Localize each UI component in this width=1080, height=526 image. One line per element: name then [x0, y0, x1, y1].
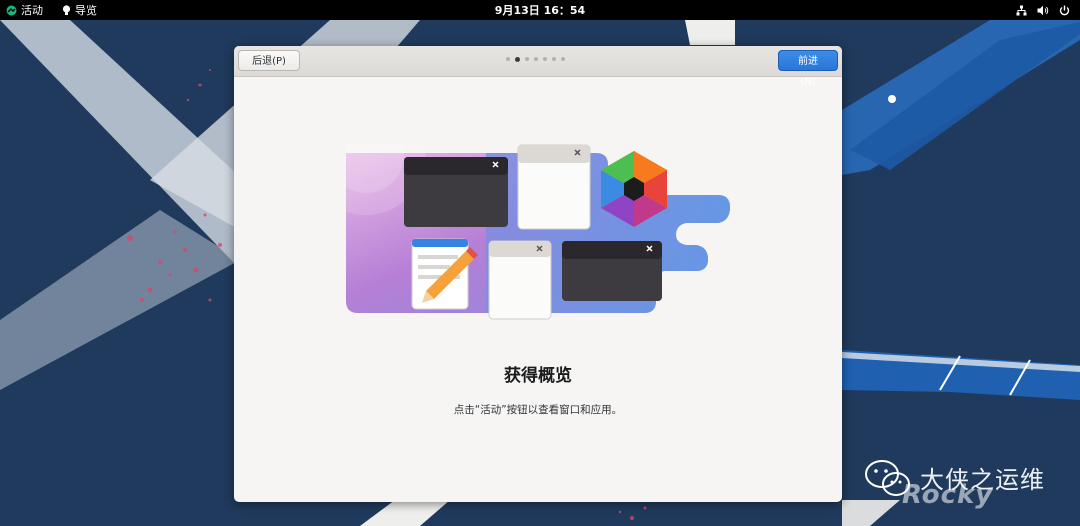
page-dot [534, 57, 538, 61]
watermark: 大侠之运维 Rocky [862, 458, 1072, 510]
text-editor-icon [411, 238, 478, 310]
dialog-header: 后退(P) 前进(N) [234, 46, 842, 88]
tour-dialog: 后退(P) 前进(N) 获得概览 点击“活动”按钮以查看窗口和应用。 [234, 46, 842, 502]
top-bar: 活动 导览 9月13日 16：54 [0, 0, 1080, 20]
back-button[interactable]: 后退(P) [238, 50, 300, 71]
rocky-wordmark: Rocky [902, 480, 994, 510]
page-dot [552, 57, 556, 61]
dark-window-illustration-2 [562, 241, 662, 301]
volume-icon[interactable] [1037, 5, 1049, 16]
network-icon[interactable] [1016, 5, 1027, 16]
page-description: 点击“活动”按钮以查看窗口和应用。 [453, 404, 623, 416]
system-tray[interactable] [1016, 0, 1070, 20]
page-dot [506, 57, 510, 61]
dark-window-illustration [404, 157, 508, 227]
overview-illustration [346, 143, 730, 320]
next-button[interactable]: 前进(N) [778, 50, 838, 88]
light-window-illustration [517, 144, 591, 230]
page-dot-current [515, 56, 520, 62]
power-icon[interactable] [1059, 5, 1070, 16]
page-dot [561, 57, 565, 61]
page-dot [543, 57, 547, 61]
page-title: 获得概览 [504, 366, 572, 386]
page-indicator [506, 56, 565, 62]
clock[interactable]: 9月13日 16：54 [0, 2, 1080, 18]
small-light-window-illustration [488, 240, 552, 320]
page-dot [525, 57, 529, 61]
